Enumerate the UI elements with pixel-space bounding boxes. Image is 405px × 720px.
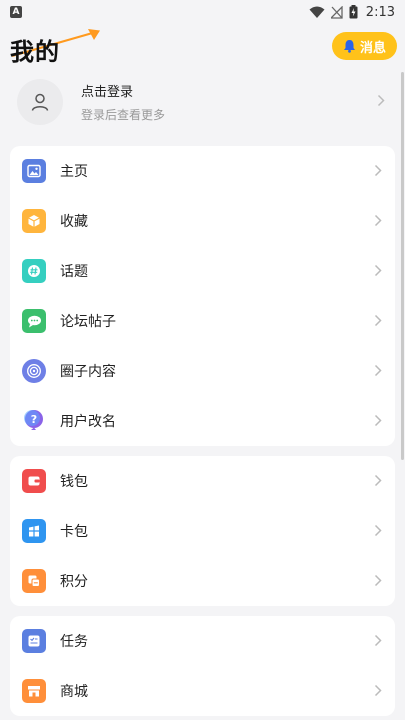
card-icon — [22, 519, 46, 543]
chevron-right-icon — [374, 634, 382, 647]
login-subtitle: 登录后查看更多 — [81, 108, 166, 122]
chevron-right-icon — [374, 364, 382, 377]
image-icon — [22, 159, 46, 183]
menu-item-topics[interactable]: 话题 — [10, 246, 395, 296]
circle-icon — [22, 359, 46, 383]
menu-item-circle-content[interactable]: 圈子内容 — [10, 346, 395, 396]
menu-item-label: 积分 — [60, 574, 88, 590]
messages-label: 消息 — [359, 40, 386, 56]
battery-charging-icon — [349, 5, 358, 19]
chat-icon — [22, 309, 46, 333]
menu-item-label: 用户改名 — [60, 414, 116, 430]
points-icon — [22, 569, 46, 593]
box-icon — [22, 209, 46, 233]
menu-card-wallet: 钱包 卡包 积分 — [10, 456, 395, 606]
chevron-right-icon — [374, 474, 382, 487]
chevron-right-icon — [374, 264, 382, 277]
status-time: 2:13 — [365, 4, 395, 20]
no-signal-icon — [330, 5, 343, 19]
menu-item-label: 任务 — [60, 634, 88, 650]
wifi-icon — [309, 6, 325, 18]
chevron-right-icon — [374, 524, 382, 537]
menu-item-home[interactable]: 主页 — [10, 146, 395, 196]
page-title: 我的 — [10, 38, 60, 66]
menu-item-label: 收藏 — [60, 214, 88, 230]
status-bar: A 2:13 — [0, 0, 405, 24]
user-icon — [31, 93, 49, 111]
menu-item-label: 主页 — [60, 164, 88, 180]
menu-item-shop[interactable]: 商城 — [10, 666, 395, 716]
bell-icon — [343, 40, 355, 53]
login-title: 点击登录 — [81, 85, 134, 100]
menu-item-rename-user[interactable]: ? 用户改名 — [10, 396, 395, 446]
login-row[interactable]: 点击登录 登录后查看更多 — [10, 72, 395, 132]
menu-item-label: 话题 — [60, 264, 88, 280]
app-notification-icon: A — [10, 6, 22, 18]
menu-item-label: 钱包 — [60, 474, 88, 490]
chevron-right-icon — [374, 414, 382, 427]
wallet-icon — [22, 469, 46, 493]
menu-item-label: 商城 — [60, 684, 88, 700]
menu-item-label: 论坛帖子 — [60, 314, 116, 330]
menu-card-primary: 主页 收藏 话题 论坛帖子 圈子内容 ? 用户改名 — [10, 146, 395, 446]
header: 我的 消息 — [0, 26, 405, 70]
scrollbar[interactable] — [401, 72, 404, 460]
avatar — [17, 79, 63, 125]
menu-item-label: 卡包 — [60, 524, 88, 540]
task-icon — [22, 629, 46, 653]
menu-card-tasks: 任务 商城 — [10, 616, 395, 716]
menu-item-card-holder[interactable]: 卡包 — [10, 506, 395, 556]
menu-item-wallet[interactable]: 钱包 — [10, 456, 395, 506]
svg-text:?: ? — [31, 413, 37, 426]
chevron-right-icon — [377, 94, 385, 107]
menu-item-label: 圈子内容 — [60, 364, 116, 380]
shop-icon — [22, 679, 46, 703]
chevron-right-icon — [374, 684, 382, 697]
menu-item-points[interactable]: 积分 — [10, 556, 395, 606]
chevron-right-icon — [374, 314, 382, 327]
question-bubble-icon: ? — [22, 409, 46, 433]
menu-item-favorites[interactable]: 收藏 — [10, 196, 395, 246]
hashtag-icon — [22, 259, 46, 283]
chevron-right-icon — [374, 214, 382, 227]
messages-button[interactable]: 消息 — [332, 32, 397, 60]
menu-item-tasks[interactable]: 任务 — [10, 616, 395, 666]
menu-item-forum-posts[interactable]: 论坛帖子 — [10, 296, 395, 346]
chevron-right-icon — [374, 574, 382, 587]
chevron-right-icon — [374, 164, 382, 177]
